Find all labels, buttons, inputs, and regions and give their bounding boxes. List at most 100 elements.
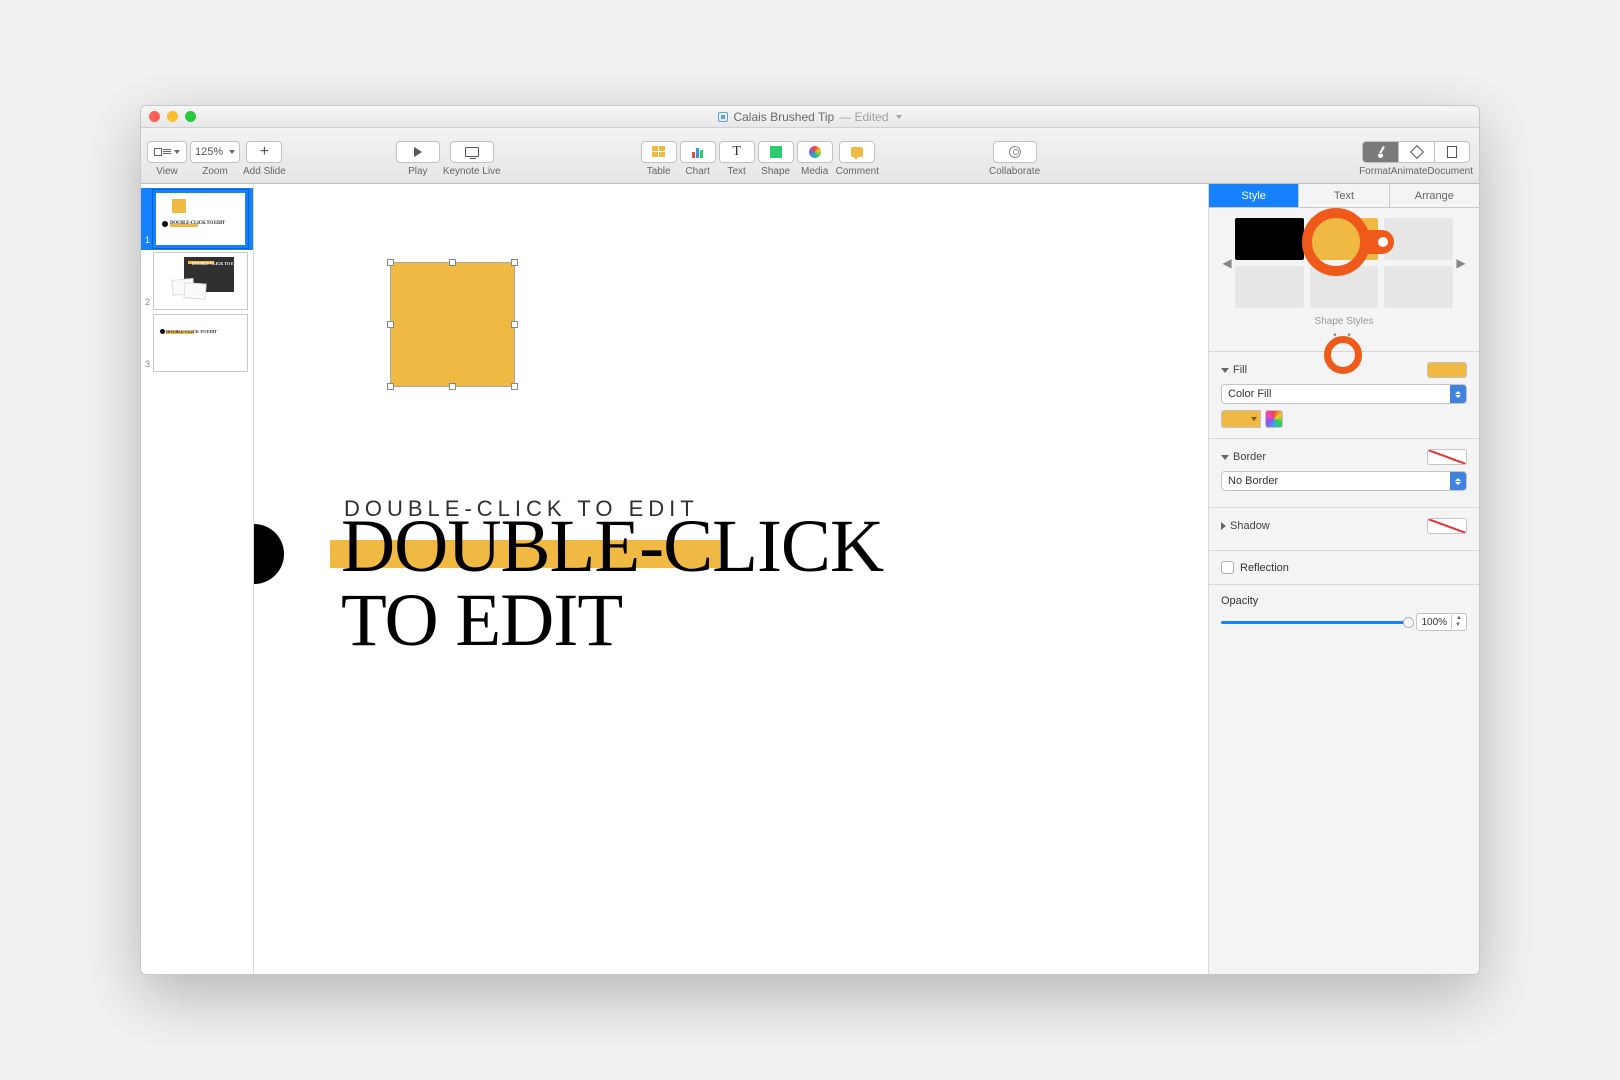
comment-button[interactable] (839, 141, 875, 163)
close-button[interactable] (149, 111, 160, 122)
selected-shape[interactable] (391, 263, 514, 386)
format-label: Format (1359, 166, 1391, 177)
disclosure-triangle-icon (1221, 522, 1226, 530)
shape-label: Shape (761, 166, 790, 177)
tab-arrange[interactable]: Arrange (1390, 184, 1479, 207)
slide-navigator[interactable]: 1 DOUBLE-CLICK TO EDIT 2 DOUBLE-CLICK TO… (141, 184, 254, 974)
document-icon (1447, 146, 1457, 158)
keynote-live-button[interactable] (450, 141, 494, 163)
tab-style[interactable]: Style (1209, 184, 1299, 207)
zoom-label: Zoom (202, 166, 228, 177)
keynote-live-label: Keynote Live (443, 166, 501, 177)
slide-thumb-3[interactable]: 3 DOUBLE-CLICK TO EDIT (141, 312, 253, 374)
titlebar: Calais Brushed Tip — Edited (141, 106, 1479, 128)
slide-canvas[interactable]: DOUBLE-CLICK TO EDIT DOUBLE-CLICK TO EDI… (254, 184, 1209, 974)
title-text[interactable]: DOUBLE-CLICK TO EDIT (341, 510, 883, 657)
maximize-button[interactable] (185, 111, 196, 122)
play-label: Play (408, 166, 427, 177)
slide-thumb-2[interactable]: 2 DOUBLE-CLICK TO EDIT (141, 250, 253, 312)
media-button[interactable] (797, 141, 833, 163)
shadow-disclosure[interactable]: Shadow (1221, 520, 1270, 532)
border-disclosure[interactable]: Border (1221, 451, 1266, 463)
slider-thumb[interactable] (1403, 617, 1414, 628)
shape-icon (770, 146, 782, 158)
chart-button[interactable] (680, 141, 716, 163)
view-button[interactable] (147, 141, 187, 163)
slide-preview: DOUBLE-CLICK TO EDIT (153, 314, 248, 372)
reflection-label: Reflection (1240, 562, 1289, 574)
fill-label: Fill (1233, 364, 1247, 376)
toolbar: View 125% Zoom + Add Slide (141, 128, 1479, 184)
shape-style-swatch[interactable] (1384, 218, 1453, 260)
shape-button[interactable] (758, 141, 794, 163)
slide-thumb-1[interactable]: 1 DOUBLE-CLICK TO EDIT (141, 188, 253, 250)
shape-style-swatch[interactable] (1310, 266, 1379, 308)
animate-button[interactable] (1398, 141, 1434, 163)
play-button[interactable] (396, 141, 440, 163)
zoom-select[interactable]: 125% (190, 141, 240, 163)
select-caret-icon (1450, 472, 1466, 490)
opacity-stepper[interactable]: ▲▼ (1451, 615, 1466, 629)
collaborate-button[interactable] (993, 141, 1037, 163)
inspector-tabs: Style Text Arrange (1209, 184, 1479, 208)
shape-style-swatch[interactable] (1235, 218, 1304, 260)
view-icon (154, 148, 171, 156)
format-inspector: Style Text Arrange ◀ ▶ (1209, 184, 1479, 974)
styles-prev-button[interactable]: ◀ (1221, 256, 1233, 270)
fill-disclosure[interactable]: Fill (1221, 364, 1247, 376)
opacity-section: Opacity 100% ▲▼ (1209, 584, 1479, 641)
fill-section: Fill Color Fill (1209, 351, 1479, 438)
add-slide-button[interactable]: + (246, 141, 282, 163)
collaborate-label: Collaborate (989, 166, 1040, 177)
format-button[interactable] (1362, 141, 1398, 163)
media-label: Media (801, 166, 828, 177)
chart-label: Chart (685, 166, 709, 177)
styles-next-button[interactable]: ▶ (1455, 256, 1467, 270)
app-window: Calais Brushed Tip — Edited View 125% (140, 105, 1480, 975)
disclosure-triangle-icon (1221, 368, 1229, 373)
shadow-label: Shadow (1230, 520, 1270, 532)
screen-icon (465, 147, 479, 157)
shape-style-swatch[interactable] (1310, 218, 1379, 260)
paintbrush-icon (1375, 146, 1387, 158)
window-controls (149, 111, 196, 122)
document-name: Calais Brushed Tip (733, 110, 834, 124)
comment-label: Comment (836, 166, 879, 177)
shadow-preview-swatch[interactable] (1427, 518, 1467, 534)
decorative-circle (254, 524, 284, 584)
slide-number: 2 (141, 297, 153, 310)
edited-label: — Edited (839, 110, 888, 124)
opacity-field[interactable]: 100% ▲▼ (1416, 613, 1467, 631)
content-area: 1 DOUBLE-CLICK TO EDIT 2 DOUBLE-CLICK TO… (141, 184, 1479, 974)
document-label: Document (1427, 166, 1473, 177)
styles-pager[interactable]: • • (1221, 330, 1467, 341)
slide-number: 1 (141, 235, 153, 248)
animate-label: Animate (1391, 166, 1428, 177)
chart-icon (692, 146, 703, 158)
disclosure-triangle-icon (1221, 455, 1229, 460)
shape-style-swatch[interactable] (1235, 266, 1304, 308)
minimize-button[interactable] (167, 111, 178, 122)
window-title[interactable]: Calais Brushed Tip — Edited (718, 110, 901, 124)
chevron-down-icon (896, 115, 902, 119)
border-type-select[interactable]: No Border (1221, 471, 1467, 491)
slide-preview: DOUBLE-CLICK TO EDIT (153, 252, 248, 310)
shape-style-swatch[interactable] (1384, 266, 1453, 308)
reflection-checkbox[interactable] (1221, 561, 1234, 574)
text-button[interactable]: T (719, 141, 755, 163)
table-button[interactable] (641, 141, 677, 163)
border-preview-swatch[interactable] (1427, 449, 1467, 465)
document-button[interactable] (1434, 141, 1470, 163)
fill-type-select[interactable]: Color Fill (1221, 384, 1467, 404)
diamond-icon (1409, 144, 1423, 158)
document-icon (718, 112, 728, 122)
tab-text[interactable]: Text (1299, 184, 1389, 207)
fill-color-picker[interactable] (1221, 410, 1261, 428)
color-wheel-button[interactable] (1265, 410, 1283, 428)
fill-preview-swatch[interactable] (1427, 362, 1467, 378)
opacity-slider[interactable] (1221, 621, 1408, 624)
slide-number: 3 (141, 359, 153, 372)
view-label: View (156, 166, 178, 177)
table-icon (652, 146, 665, 157)
shadow-section: Shadow (1209, 507, 1479, 550)
